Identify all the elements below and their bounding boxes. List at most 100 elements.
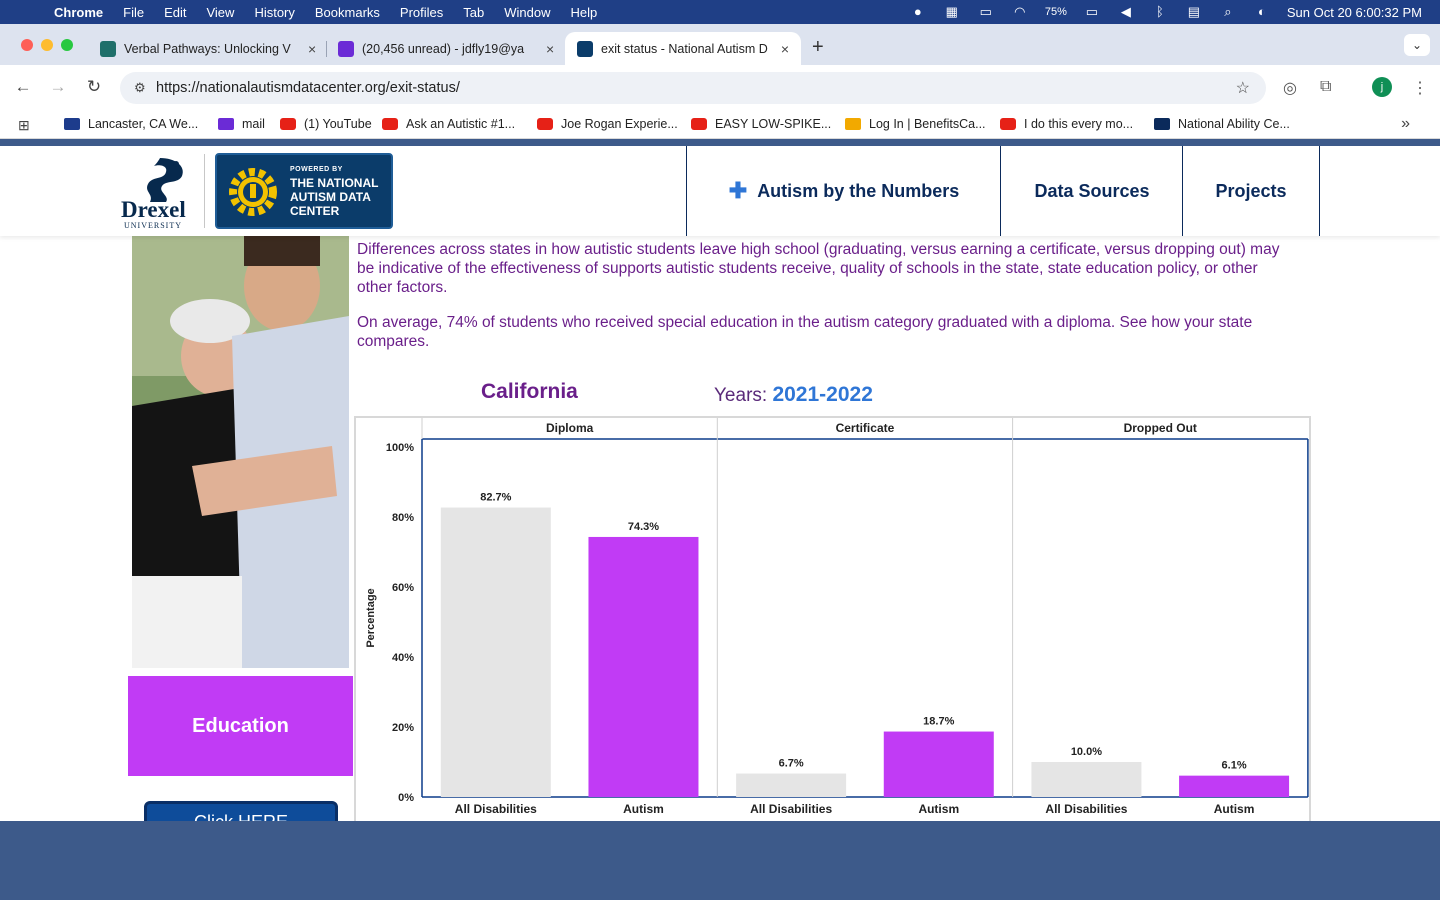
tab-title: exit status - National Autism D (601, 41, 768, 56)
bar-all-disabilities (1031, 762, 1142, 797)
calculator-status-icon[interactable]: ▦ (943, 5, 961, 19)
menu-history[interactable]: History (254, 5, 294, 20)
tab-search-chevron-icon[interactable]: ⌄ (1404, 34, 1430, 56)
years-selector[interactable]: Years: 2021-2022 (714, 383, 873, 407)
x-tick-label: Autism (918, 802, 959, 816)
bookmark-joe-rogan[interactable]: Joe Rogan Experie... (537, 117, 678, 131)
news-icon (64, 118, 80, 130)
panel-header-certificate: Certificate (836, 421, 895, 435)
x-tick-label: All Disabilities (750, 802, 832, 816)
data-label: 18.7% (923, 716, 954, 728)
youtube-icon (280, 118, 296, 130)
spotlight-search-icon[interactable]: ⌕ (1219, 5, 1237, 19)
drexel-university-label: UNIVERSITY (124, 221, 182, 230)
menu-help[interactable]: Help (571, 5, 598, 20)
tab-verbal-pathways[interactable]: Verbal Pathways: Unlocking V × (88, 32, 328, 65)
close-tab-icon[interactable]: × (546, 41, 554, 57)
menu-profiles[interactable]: Profiles (400, 5, 443, 20)
app-menu-chrome[interactable]: Chrome (54, 5, 103, 20)
browser-tab-strip: Verbal Pathways: Unlocking V × (20,456 u… (0, 24, 1440, 65)
more-menu-icon[interactable]: ⋮ (1412, 78, 1428, 98)
menu-window[interactable]: Window (504, 5, 550, 20)
keyboard-icon[interactable]: ▤ (1185, 5, 1203, 19)
bookmark-youtube[interactable]: (1) YouTube (280, 117, 372, 131)
extension-icon[interactable]: ◎ (1283, 78, 1297, 98)
bookmark-ask-an-autistic[interactable]: Ask an Autistic #1... (382, 117, 515, 131)
menu-file[interactable]: File (123, 5, 144, 20)
nav-label: Autism by the Numbers (757, 180, 960, 201)
control-center-icon[interactable]: ◐ (1253, 5, 1271, 19)
x-tick-label: Autism (1214, 802, 1255, 816)
recording-icon[interactable]: ● (909, 5, 927, 19)
tab-exit-status[interactable]: exit status - National Autism D × (565, 32, 801, 65)
menu-bookmarks[interactable]: Bookmarks (315, 5, 380, 20)
mail-icon (218, 118, 234, 130)
bookmark-label: Joe Rogan Experie... (561, 117, 678, 131)
menu-view[interactable]: View (206, 5, 234, 20)
bluetooth-icon[interactable]: ᛒ (1151, 5, 1169, 19)
site-settings-icon[interactable]: ⚙ (134, 80, 152, 96)
close-tab-icon[interactable]: × (308, 41, 316, 57)
macos-menu-bar: Chrome File Edit View History Bookmarks … (0, 0, 1440, 24)
nadc-logo[interactable]: POWERED BY THE NATIONAL AUTISM DATA CENT… (215, 153, 393, 229)
state-selector[interactable]: California (481, 380, 578, 404)
click-here-button[interactable]: Click HERE (144, 801, 338, 821)
bookmark-benefitscal[interactable]: Log In | BenefitsCa... (845, 117, 986, 131)
youtube-icon (382, 118, 398, 130)
apps-grid-icon[interactable]: ⊞ (18, 117, 30, 134)
tab-yahoo-mail[interactable]: (20,456 unread) - jdfly19@ya × (326, 32, 566, 65)
nav-autism-by-the-numbers[interactable]: ✚ Autism by the Numbers (686, 146, 1001, 236)
y-tick-label: 80% (392, 512, 414, 524)
bookmark-label: (1) YouTube (304, 117, 372, 131)
menu-tab[interactable]: Tab (463, 5, 484, 20)
bookmark-label: National Ability Ce... (1178, 117, 1290, 131)
react-favicon-icon (100, 40, 116, 57)
close-tab-icon[interactable]: × (781, 41, 789, 57)
exit-status-chart: 0% 20% 40% 60% 80% 100% Percentage Diploma 82.7%… (354, 416, 1311, 821)
education-category-button[interactable]: Education (128, 676, 353, 776)
bookmark-i-do-this[interactable]: I do this every mo... (1000, 117, 1133, 131)
forward-arrow-icon[interactable]: → (47, 77, 69, 97)
web-page: Drexel UNIVERSITY POWERED BY THE NATIONA… (0, 146, 1440, 821)
years-value[interactable]: 2021-2022 (772, 383, 872, 406)
years-label: Years: (714, 385, 773, 406)
more-bookmarks-chevron-icon[interactable]: » (1401, 115, 1410, 133)
bookmark-national-ability[interactable]: National Ability Ce... (1154, 117, 1290, 131)
drexel-wordmark[interactable]: Drexel (121, 197, 186, 223)
bookmark-mail[interactable]: mail (218, 117, 265, 131)
gear-plug-icon (229, 168, 277, 216)
tab-title: Verbal Pathways: Unlocking V (124, 41, 291, 56)
bookmark-easy-low-spike[interactable]: EASY LOW-SPIKE... (691, 117, 831, 131)
browser-toolbar: ← → ↻ ⚙ https://nationalautismdatacenter… (0, 65, 1440, 111)
average-paragraph: On average, 74% of students who received… (357, 314, 1253, 350)
extensions-puzzle-icon[interactable]: ⧉ (1320, 78, 1331, 96)
volume-icon[interactable]: ◀ (1117, 5, 1135, 19)
url-text[interactable]: https://nationalautismdatacenter.org/exi… (156, 80, 460, 96)
nav-projects[interactable]: Projects (1182, 146, 1320, 236)
x-tick-label: Autism (623, 802, 664, 816)
bar-autism (588, 536, 699, 797)
wifi-icon[interactable]: ◠ (1011, 5, 1029, 19)
zoom-window-button[interactable] (61, 39, 73, 51)
chart-canvas: 0% 20% 40% 60% 80% 100% Percentage Diploma 82.7%… (365, 418, 1309, 816)
back-arrow-icon[interactable]: ← (12, 77, 34, 97)
profile-avatar[interactable]: j (1372, 77, 1392, 97)
new-tab-icon[interactable]: + (812, 36, 824, 59)
close-window-button[interactable] (21, 39, 33, 51)
nav-label: Data Sources (1034, 180, 1150, 201)
reload-icon[interactable]: ↻ (83, 77, 105, 97)
bookmark-label: I do this every mo... (1024, 117, 1134, 131)
display-icon[interactable]: ▭ (977, 5, 995, 19)
bar-all-disabilities (440, 507, 551, 797)
bookmark-lancaster[interactable]: Lancaster, CA We... (64, 117, 198, 131)
minimize-window-button[interactable] (41, 39, 53, 51)
data-label: 6.7% (779, 758, 804, 770)
data-label: 6.1% (1222, 760, 1247, 772)
battery-icon[interactable]: ▭ (1083, 5, 1101, 19)
menubar-clock[interactable]: Sun Oct 20 6:00:32 PM (1287, 5, 1422, 20)
nav-data-sources[interactable]: Data Sources (1000, 146, 1183, 236)
bookmark-star-icon[interactable]: ☆ (1236, 78, 1250, 98)
address-bar[interactable]: ⚙ https://nationalautismdatacenter.org/e… (120, 72, 1266, 104)
bookmark-label: Log In | BenefitsCa... (869, 117, 986, 131)
menu-edit[interactable]: Edit (164, 5, 186, 20)
